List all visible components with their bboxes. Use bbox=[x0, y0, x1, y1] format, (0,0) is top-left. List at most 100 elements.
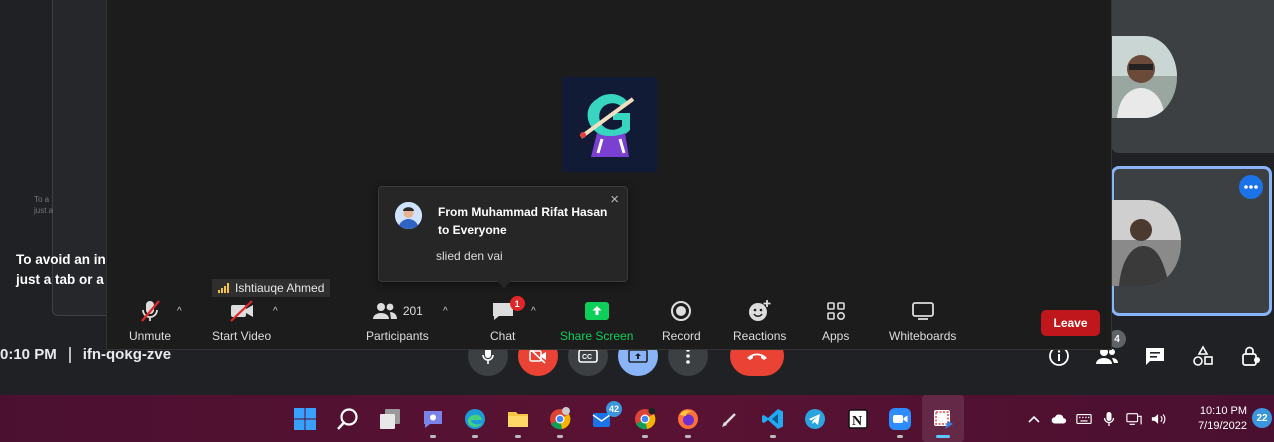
chat-message: slied den vai bbox=[436, 249, 503, 263]
notification-count-badge[interactable]: 22 bbox=[1252, 408, 1272, 428]
meet-chat-button[interactable] bbox=[1142, 340, 1168, 372]
running-indicator bbox=[642, 435, 649, 438]
record-icon bbox=[671, 301, 692, 321]
chrome-profile-icon[interactable] bbox=[624, 395, 667, 442]
reactions-button[interactable]: Reactions bbox=[733, 296, 786, 343]
divider bbox=[68, 346, 71, 363]
record-label: Record bbox=[662, 329, 701, 343]
taskbar-clock[interactable]: 10:10 PM 7/19/2022 bbox=[1193, 404, 1247, 434]
clock-time: 10:10 PM bbox=[1199, 405, 1247, 417]
apps-icon bbox=[826, 302, 845, 321]
chevron-up-icon[interactable]: ^ bbox=[273, 306, 278, 317]
chat-button[interactable]: 1 Chat bbox=[490, 296, 525, 343]
file-explorer-icon[interactable] bbox=[497, 395, 540, 442]
mail-icon[interactable]: 42 bbox=[582, 395, 625, 442]
participant-avatar bbox=[1111, 36, 1177, 118]
snipping-tool-icon[interactable] bbox=[921, 395, 964, 442]
search-icon[interactable] bbox=[327, 395, 370, 442]
signal-strength-icon bbox=[218, 283, 229, 293]
whiteboards-button[interactable]: Whiteboards bbox=[889, 296, 956, 343]
svg-text:CC: CC bbox=[582, 354, 592, 361]
chat-unread-badge: 1 bbox=[509, 296, 525, 311]
chat-label: Chat bbox=[490, 329, 516, 343]
chat-sender: From Muhammad Rifat Hasan to Everyone bbox=[438, 205, 608, 237]
edge-icon[interactable] bbox=[454, 395, 497, 442]
chevron-up-icon[interactable]: ^ bbox=[177, 306, 182, 317]
firefox-icon[interactable] bbox=[667, 395, 710, 442]
chat-icon bbox=[1146, 348, 1164, 365]
active-speaker-tag: Ishtiauqe Ahmed bbox=[212, 279, 331, 297]
record-button[interactable]: Record bbox=[662, 296, 701, 343]
active-speaker-name: Ishtiauqe Ahmed bbox=[235, 281, 325, 295]
apps-button[interactable]: Apps bbox=[822, 296, 849, 343]
participant-tile-active[interactable] bbox=[1111, 166, 1272, 316]
running-indicator bbox=[769, 435, 776, 438]
svg-text:N: N bbox=[852, 414, 862, 429]
participant-tile[interactable] bbox=[1111, 0, 1274, 153]
taskbar-apps: 42 N bbox=[284, 395, 964, 442]
telegram-icon[interactable] bbox=[794, 395, 837, 442]
participants-icon bbox=[372, 303, 397, 319]
more-horizontal-icon bbox=[1244, 185, 1258, 189]
microphone-icon[interactable] bbox=[1101, 411, 1117, 427]
running-indicator bbox=[897, 435, 904, 438]
zoom-meeting-window: From Muhammad Rifat Hasan to Everyone sl… bbox=[106, 0, 1112, 350]
chrome-icon[interactable] bbox=[539, 395, 582, 442]
microphone-muted-icon bbox=[141, 300, 160, 322]
task-view-icon[interactable] bbox=[369, 395, 412, 442]
share-screen-label: Share Screen bbox=[560, 329, 634, 343]
more-vertical-icon bbox=[686, 348, 690, 364]
start-video-label: Start Video bbox=[212, 329, 272, 343]
running-indicator bbox=[935, 435, 950, 438]
participants-label: Participants bbox=[366, 329, 429, 343]
apps-label: Apps bbox=[822, 329, 850, 343]
participants-count: 201 bbox=[402, 304, 423, 318]
pen-icon[interactable] bbox=[709, 395, 752, 442]
windows-taskbar: 42 N 10:10 PM 7/19/2022 22 bbox=[0, 395, 1274, 442]
meet-host-controls-button[interactable] bbox=[1238, 340, 1264, 372]
activities-icon bbox=[1193, 345, 1213, 366]
share-screen-icon bbox=[584, 302, 609, 320]
chevron-up-icon[interactable]: ^ bbox=[531, 306, 536, 317]
close-icon[interactable]: × bbox=[610, 191, 619, 208]
mail-unread-badge: 42 bbox=[605, 401, 622, 417]
unmute-button[interactable]: Unmute bbox=[129, 296, 171, 343]
onedrive-icon[interactable] bbox=[1051, 411, 1067, 427]
speaker-profile-image bbox=[562, 77, 657, 172]
share-screen-button[interactable]: Share Screen bbox=[560, 296, 633, 343]
whiteboard-icon bbox=[911, 302, 934, 320]
zoom-icon[interactable] bbox=[879, 395, 922, 442]
reactions-label: Reactions bbox=[733, 329, 787, 343]
gamer-logo-icon bbox=[579, 93, 634, 157]
windows-start-icon[interactable] bbox=[284, 395, 327, 442]
more-options-button[interactable] bbox=[1239, 175, 1263, 199]
participants-button[interactable]: 201 Participants bbox=[366, 296, 429, 343]
vscode-icon[interactable] bbox=[752, 395, 795, 442]
teams-chat-icon[interactable] bbox=[412, 395, 455, 442]
meet-tip-text: To avoid an in just a tab or a bbox=[16, 252, 106, 287]
zoom-toolbar: Unmute ^ Start Video ^ 201 Participants … bbox=[107, 296, 1111, 348]
participant-avatar bbox=[1111, 200, 1181, 286]
clock-date: 7/19/2022 bbox=[1198, 420, 1247, 432]
unmute-label: Unmute bbox=[129, 329, 172, 343]
chevron-up-icon[interactable]: ^ bbox=[443, 306, 448, 317]
start-video-button[interactable]: Start Video bbox=[212, 296, 271, 343]
keyboard-icon[interactable] bbox=[1076, 411, 1092, 427]
chevron-up-icon[interactable] bbox=[1026, 411, 1042, 427]
running-indicator bbox=[514, 435, 521, 438]
meet-activities-button[interactable] bbox=[1190, 340, 1216, 372]
meet-time: 0:10 PM bbox=[0, 346, 57, 363]
system-tray bbox=[1026, 395, 1167, 442]
notion-icon[interactable]: N bbox=[837, 395, 880, 442]
network-icon[interactable] bbox=[1126, 411, 1142, 427]
volume-icon[interactable] bbox=[1151, 411, 1167, 427]
whiteboards-label: Whiteboards bbox=[889, 329, 957, 343]
leave-button[interactable]: Leave bbox=[1041, 310, 1100, 336]
sender-avatar bbox=[395, 202, 422, 229]
chat-notification-popup[interactable]: From Muhammad Rifat Hasan to Everyone sl… bbox=[378, 186, 628, 288]
emoji-plus-icon bbox=[748, 300, 771, 321]
hang-up-icon bbox=[747, 353, 767, 360]
present-screen-icon bbox=[628, 349, 648, 363]
running-indicator bbox=[557, 435, 564, 438]
meet-tile-text: To a just a bbox=[34, 195, 54, 215]
